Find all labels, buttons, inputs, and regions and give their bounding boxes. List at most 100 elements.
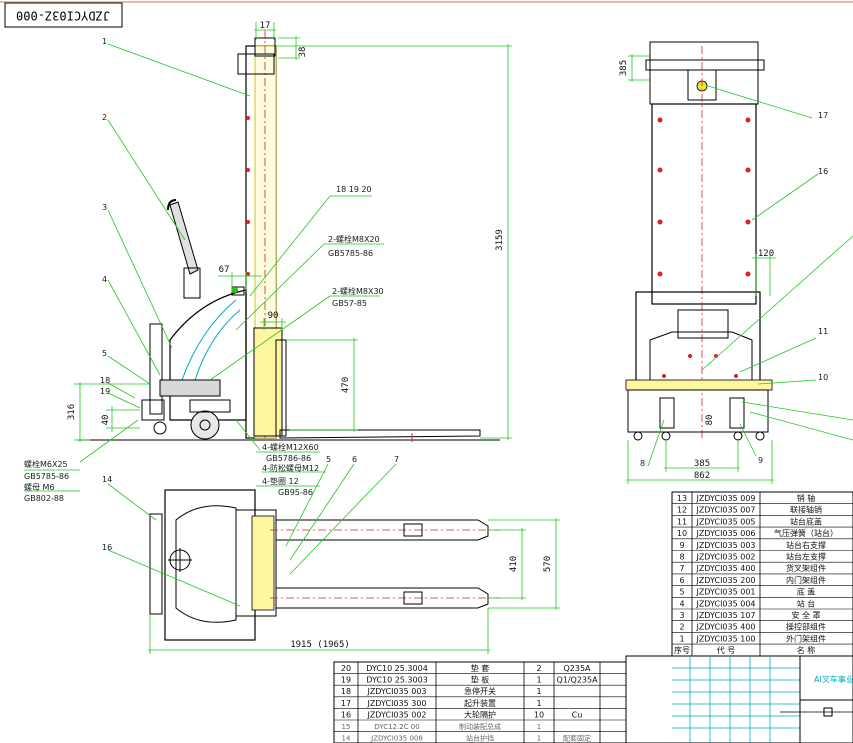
front-view: 385 120 80 385 862 17 16 11 10 8 9 (619, 41, 853, 484)
parts-row-code: JZDYCI035 107 (695, 611, 755, 620)
callout-19: 19 (100, 387, 110, 396)
parts-row-no: 10 (677, 529, 687, 538)
callout-4: 4 (102, 275, 107, 284)
bottom-row-material: Q1/Q235A (556, 676, 598, 685)
bottom-row-no: 18 (341, 687, 351, 696)
dim-38: 38 (298, 47, 308, 58)
parts-row-no: 9 (679, 541, 684, 550)
note-bolt-m8x30: 2-螺栓M8X30 (332, 286, 384, 296)
dim-40: 40 (101, 415, 111, 426)
dim-67: 67 (219, 265, 230, 275)
parts-list-bottom: 20 DYC10 25.3004 垫 套 2 Q235A 19 DYC10 25.3003 垫… (333, 661, 627, 743)
parts-row-name: 外门架组件 (786, 633, 826, 643)
parts-row-code: JZDYCI035 400 (695, 564, 755, 573)
bottom-row-name: 大轮隔护 (464, 709, 496, 719)
parts-row-no: 7 (679, 564, 684, 573)
caster-wheel (153, 421, 167, 435)
parts-row-code: JZDYCI035 001 (695, 588, 755, 597)
bottom-row-qty: 1 (536, 699, 541, 708)
callout-6: 6 (352, 455, 357, 464)
parts-row-no: 11 (677, 517, 687, 526)
parts-header-code: 代 号 (717, 645, 736, 655)
note-bolt-m6x25: 螺栓M6X25 (24, 459, 68, 469)
bottom-row-no: 17 (341, 699, 351, 708)
bottom-row-material: 配套固定 (563, 734, 591, 743)
parts-row-no: 5 (679, 588, 684, 597)
bottom-row-name: 垫 板 (471, 675, 490, 685)
callout-2: 2 (102, 113, 107, 122)
bottom-row-name: 垫 套 (471, 663, 490, 673)
left-support (659, 397, 675, 429)
bottom-row-qty: 1 (537, 723, 541, 731)
parts-header-name: 名 称 (797, 645, 816, 655)
callout-7: 7 (394, 455, 399, 464)
note-gb-m8x30: GB57-85 (332, 299, 367, 308)
dim-470: 470 (341, 377, 351, 393)
parts-row-code: JZDYCI035 100 (695, 634, 755, 643)
note-washer-12: 4-垫圈 12 (262, 476, 299, 486)
bottom-row-qty: 1 (536, 687, 541, 696)
dim-570: 570 (543, 556, 553, 572)
note-gb-nut-m6: GB802-88 (24, 494, 64, 503)
parts-row-no: 12 (677, 506, 687, 515)
callout-16-front: 16 (818, 167, 828, 176)
parts-row-code: JZDYCI035 200 (695, 576, 755, 585)
drawing-canvas: { "drawing_code": "JZDYCI03Z-000", "dime… (0, 0, 853, 743)
note-gb-m8x20: GB5785-86 (328, 249, 373, 258)
parts-row-name: 站台右支撑 (786, 540, 826, 550)
parts-row-name: 内门架组件 (786, 575, 826, 585)
parts-row-name: 联接轴销 (790, 505, 822, 515)
parts-row-code: JZDYCI035 003 (695, 541, 755, 550)
bottom-row-no: 20 (341, 664, 351, 673)
parts-list-table: 13 JZDYCI035 009 销 轴12 JZDYCI035 007 联接轴销11 J… (671, 491, 853, 657)
parts-row-no: 4 (679, 599, 684, 608)
dim-80: 80 (705, 415, 715, 426)
dim-410: 410 (509, 556, 519, 572)
parts-row-code: JZDYCI035 004 (695, 599, 755, 608)
fork (279, 429, 481, 439)
bottom-row-code: DYC10 25.3004 (366, 664, 428, 673)
callout-8: 8 (640, 459, 645, 468)
bottom-row-code: JZDYCI035 008 (370, 735, 423, 743)
parts-row-name: 操控部组件 (786, 622, 826, 632)
dim-385: 385 (694, 459, 710, 469)
bottom-row-no: 14 (342, 735, 351, 743)
parts-row-name: 站台左支撑 (786, 552, 826, 562)
bottom-row-qty: 1 (536, 676, 541, 685)
chassis-top (164, 489, 256, 641)
drawing-code: JZDYCI03Z-000 (16, 9, 110, 23)
parts-row-no: 6 (679, 576, 684, 585)
note-nut-m12: 4-防松螺母M12 (262, 463, 319, 473)
bottom-row-name: 制动装配总成 (459, 722, 501, 731)
fork-carriage (253, 327, 283, 437)
cad-drawing: JZDYCI03Z-000 17 38 3159 67 90 470 316 4… (0, 1, 853, 743)
dim-385-top: 385 (619, 60, 629, 76)
parts-row-no: 2 (679, 623, 684, 632)
note-gb-m12x60: GB5786-86 (266, 454, 311, 463)
parts-row-name: 安 全 罩 (791, 610, 820, 620)
parts-row-name: 气压弹簧（站台） (774, 528, 838, 538)
callout-9: 9 (758, 456, 763, 465)
parts-row-code: JZDYCI035 006 (695, 529, 755, 538)
parts-row-code: JZDYCI035 002 (695, 553, 755, 562)
right-support (729, 397, 745, 429)
dim-3159: 3159 (495, 229, 505, 251)
bottom-row-no: 15 (342, 723, 351, 731)
stand-plate (625, 379, 773, 391)
bottom-row-material: Cu (572, 710, 583, 719)
dim-90: 90 (268, 311, 279, 321)
bottom-row-code: DYC12.2C 00 (374, 723, 419, 731)
mast-panel (651, 103, 757, 305)
dim-316: 316 (67, 404, 77, 420)
bottom-row-code: JZDYCI035 300 (366, 699, 426, 708)
note-gb-washer: GB95-86 (278, 488, 313, 497)
parts-row-code: JZDYCI035 007 (695, 506, 755, 515)
parts-row-no: 3 (679, 611, 684, 620)
bottom-row-no: 19 (341, 676, 351, 685)
callout-18-19-20: 18 19 20 (336, 185, 372, 194)
bottom-row-name: 起升装置 (464, 698, 496, 708)
dim-17: 17 (260, 21, 271, 31)
parts-row-code: JZDYCI035 400 (695, 623, 755, 632)
parts-row-no: 8 (679, 553, 684, 562)
parts-row-no: 1 (679, 634, 684, 643)
